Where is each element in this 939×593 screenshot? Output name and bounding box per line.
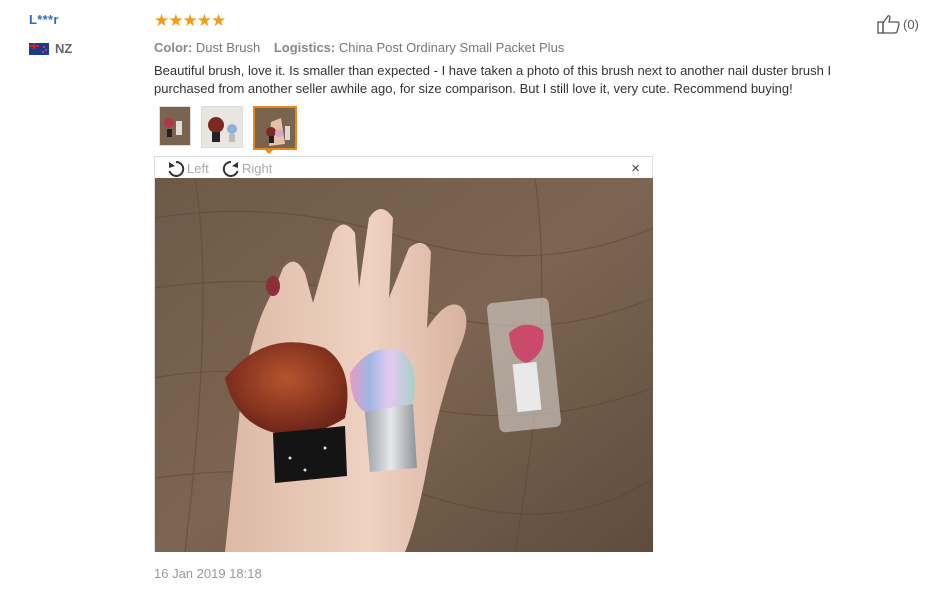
star-rating: ★★★★★ (154, 11, 226, 30)
thumbs-up-icon (877, 15, 900, 34)
order-info: Color: Dust Brush Logistics: China Post … (154, 40, 894, 55)
review-thumbnails (159, 106, 297, 150)
viewer-toolbar: Left Right × (155, 157, 652, 179)
like-count: (0) (903, 16, 919, 32)
review-thumbnail-selected[interactable] (253, 106, 297, 150)
rotate-left-icon (168, 160, 185, 177)
rotate-right-label: Right (242, 160, 273, 176)
country-code: NZ (55, 41, 73, 56)
new-zealand-flag-icon (29, 42, 49, 55)
selected-thumbnail-pointer (263, 148, 275, 154)
reviewer-info: L***r NZ (29, 12, 72, 56)
like-button[interactable]: (0) (877, 14, 919, 34)
logistics-label: Logistics: (273, 40, 336, 55)
reviewer-country: NZ (29, 41, 72, 56)
review-thumbnail[interactable] (159, 106, 191, 146)
close-viewer-button[interactable]: × (631, 160, 640, 177)
review-text: Beautiful brush, love it. Is smaller tha… (154, 63, 832, 96)
review-date: 16 Jan 2019 18:18 (154, 566, 262, 581)
review-thumbnail[interactable] (201, 106, 243, 148)
rotate-left-label: Left (187, 160, 209, 176)
color-label: Color: (154, 40, 193, 55)
review-photo (155, 178, 653, 552)
reviewer-name: L***r (29, 12, 59, 27)
review-body: ★★★★★ Color: Dust Brush Logistics: China… (154, 12, 894, 98)
logistics-value: China Post Ordinary Small Packet Plus (338, 40, 565, 55)
image-viewer: Left Right × (154, 156, 653, 552)
rotate-right-icon (222, 160, 239, 177)
rotate-right-button[interactable]: Right (221, 159, 272, 177)
color-value: Dust Brush (195, 40, 261, 55)
rotate-left-button[interactable]: Left (166, 159, 209, 177)
